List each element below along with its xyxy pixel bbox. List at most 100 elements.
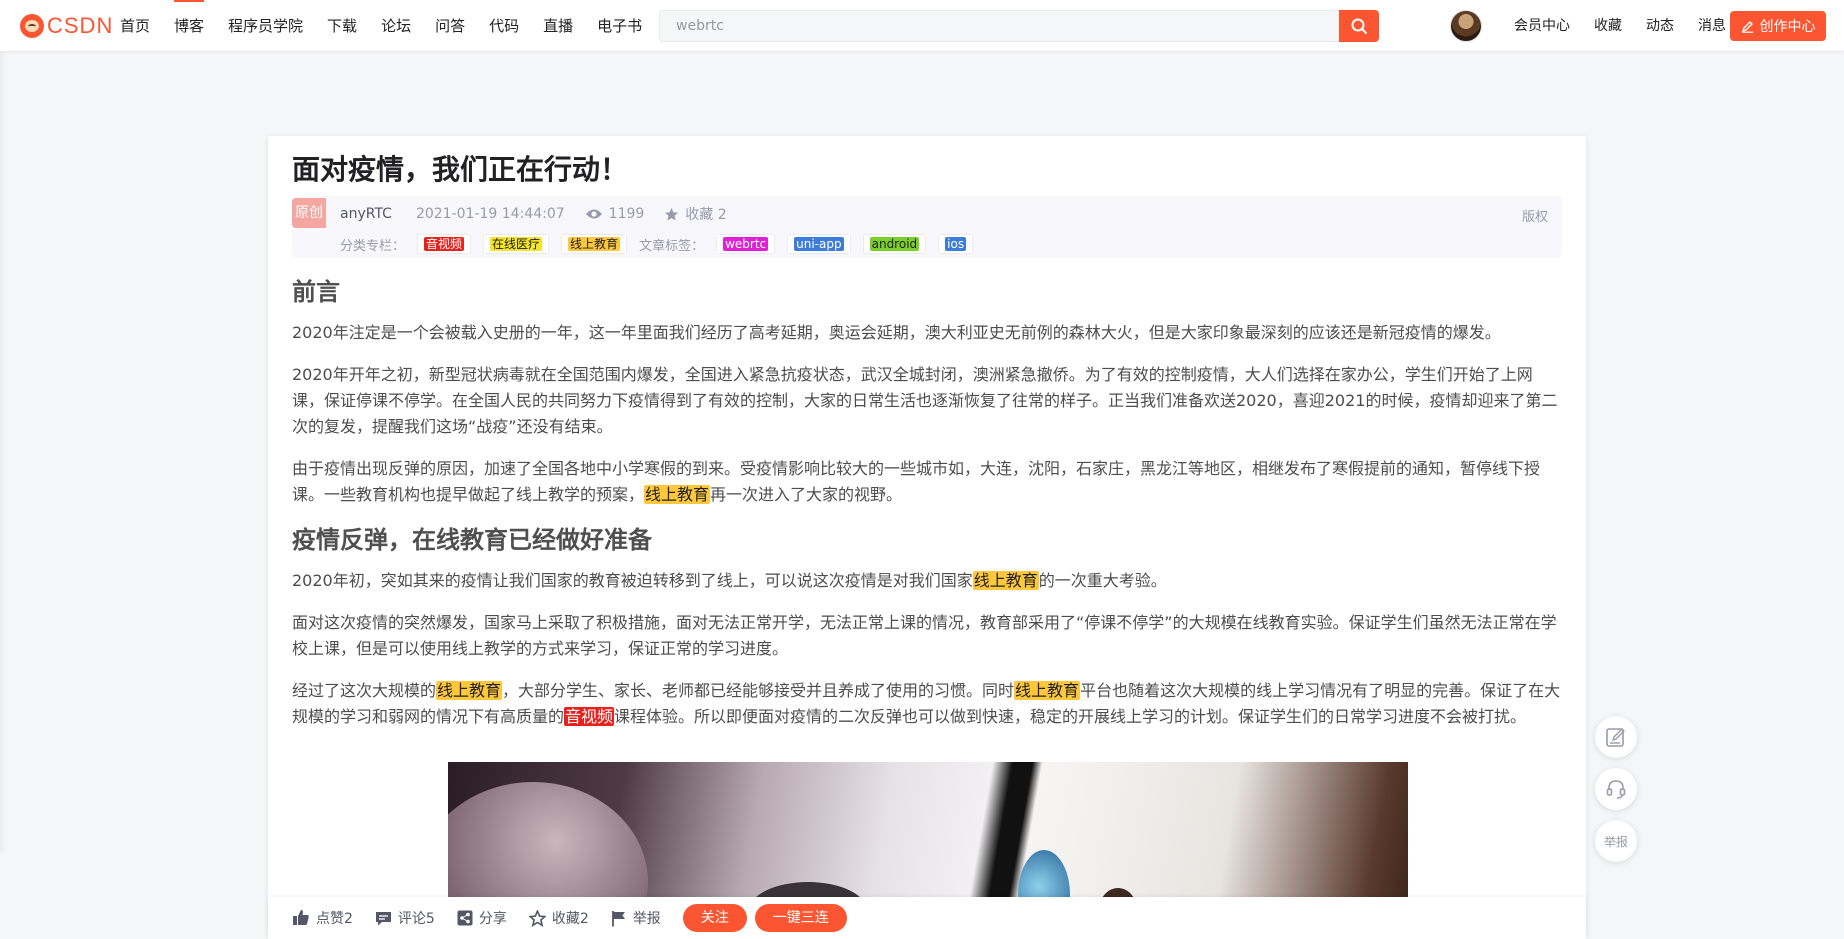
search-input[interactable] <box>659 10 1339 42</box>
article-tag-text: uni-app <box>794 237 844 251</box>
article-tag-uniapp[interactable]: uni-app <box>787 234 851 254</box>
nav-favorites[interactable]: 收藏 <box>1582 0 1634 52</box>
text-run: 再一次进入了大家的视野。 <box>710 485 903 504</box>
column-tag-education[interactable]: 线上教育 <box>561 234 628 254</box>
user-avatar[interactable] <box>1450 10 1482 42</box>
tag-label: 文章标签： <box>639 238 705 254</box>
nav-qa[interactable]: 问答 <box>423 0 477 52</box>
text-run: 由于疫情出现反弹的原因，加速了全国各地中小学寒假的到来。受疫情影响比较大的一些城… <box>292 459 1541 504</box>
eye-icon <box>585 209 602 219</box>
nav-forum[interactable]: 论坛 <box>369 0 423 52</box>
favorite-button[interactable]: 收藏2 <box>528 908 589 928</box>
follow-button[interactable]: 关注 <box>682 904 747 932</box>
highlight-link[interactable]: 音视频 <box>564 707 615 726</box>
article-tag-text: ios <box>945 237 967 251</box>
flag-icon <box>611 910 625 926</box>
article-tag-android[interactable]: android <box>862 234 927 254</box>
page-edge-shadow <box>0 52 6 852</box>
view-count: 1199 <box>585 206 645 222</box>
nav-live[interactable]: 直播 <box>531 0 585 52</box>
column-tag-label: 在线医疗 <box>490 237 543 251</box>
main-nav: 首页 博客 程序员学院 下载 论坛 问答 代码 直播 电子书 <box>108 0 654 52</box>
search-bar <box>659 10 1379 42</box>
report-float-button[interactable]: 举报 <box>1595 820 1637 862</box>
nav-academy[interactable]: 程序员学院 <box>216 0 315 52</box>
comment-icon <box>375 911 391 925</box>
report-button[interactable]: 举报 <box>611 908 661 928</box>
comment-label: 评论5 <box>397 911 435 927</box>
text-run: ，大部分学生、家长、老师都已经能够接受并且养成了使用的习惯。同时 <box>502 681 1015 700</box>
logo-text: CSDN <box>47 13 114 38</box>
highlight-link[interactable]: 线上教育 <box>972 571 1039 590</box>
like-label: 点赞2 <box>316 911 353 927</box>
paragraph: 2020年初，突如其来的疫情让我们国家的教育被迫转移到了线上，可以说这次疫情是对… <box>292 568 1562 594</box>
csdn-mascot-icon <box>20 14 44 38</box>
column-tag-av[interactable]: 音视频 <box>417 234 472 254</box>
article-meta: 原创 anyRTC 2021-01-19 14:44:07 1199 收藏 2 … <box>292 196 1562 258</box>
column-tag-label: 线上教育 <box>568 237 621 251</box>
create-center-label: 创作中心 <box>1759 19 1816 35</box>
meta-tags-row: 分类专栏： 音视频 在线医疗 线上教育 文章标签： webrtc uni-app… <box>340 234 985 254</box>
share-button[interactable]: 分享 <box>457 908 507 928</box>
section-heading-rebound: 疫情反弹，在线教育已经做好准备 <box>292 526 652 554</box>
star-icon <box>665 207 679 220</box>
article-tag-ios[interactable]: ios <box>938 234 974 254</box>
text-run: 2020年初，突如其来的疫情让我们国家的教育被迫转移到了线上，可以说这次疫情是对… <box>292 571 973 590</box>
favorite-count[interactable]: 收藏 2 <box>664 204 727 224</box>
star-icon <box>528 909 546 927</box>
csdn-logo[interactable]: CSDN <box>20 13 113 39</box>
nav-ebook[interactable]: 电子书 <box>585 0 654 52</box>
article-card: 面对疫情，我们正在行动！ 原创 anyRTC 2021-01-19 14:44:… <box>268 136 1586 939</box>
edit-icon <box>1606 728 1625 747</box>
paragraph: 由于疫情出现反弹的原因，加速了全国各地中小学寒假的到来。受疫情影响比较大的一些城… <box>292 456 1562 508</box>
triple-action-button[interactable]: 一键三连 <box>754 904 847 932</box>
text-run: 经过了这次大规模的 <box>292 681 437 700</box>
search-button[interactable] <box>1339 10 1379 42</box>
author-name[interactable]: anyRTC <box>340 206 392 222</box>
favorite-count-label: 收藏 2 <box>685 207 727 223</box>
column-label: 分类专栏： <box>340 238 406 254</box>
create-center-button[interactable]: 创作中心 <box>1730 11 1826 41</box>
paragraph: 2020年注定是一个会被载入史册的一年，这一年里面我们经历了高考延期，奥运会延期… <box>292 323 1501 342</box>
article-tag-webrtc[interactable]: webrtc <box>716 234 776 254</box>
share-label: 分享 <box>478 911 507 927</box>
text-run: 课程体验。所以即便面对疫情的二次反弹也可以做到快速，稳定的开展线上学习的计划。保… <box>614 707 1527 726</box>
favorite-label: 收藏2 <box>551 911 589 927</box>
like-button[interactable]: 点赞2 <box>292 908 353 928</box>
nav-blog[interactable]: 博客 <box>162 0 216 52</box>
user-nav: 会员中心 收藏 动态 消息 <box>1502 0 1738 52</box>
headset-icon <box>1606 780 1626 799</box>
nav-download[interactable]: 下载 <box>315 0 369 52</box>
paragraph: 2020年开年之初，新型冠状病毒就在全国范围内爆发，全国进入紧急抗疫状态，武汉全… <box>292 365 1558 436</box>
nav-code[interactable]: 代码 <box>477 0 531 52</box>
paragraph: 经过了这次大规模的线上教育，大部分学生、家长、老师都已经能够接受并且养成了使用的… <box>292 678 1562 730</box>
thumbs-up-icon <box>293 910 309 925</box>
customer-service-float-button[interactable] <box>1595 768 1637 810</box>
column-tag-medical[interactable]: 在线医疗 <box>483 234 550 254</box>
paragraph: 面对这次疫情的突然爆发，国家马上采取了积极措施，面对无法正常开学，无法正常上课的… <box>292 613 1557 658</box>
article-tag-text: android <box>869 237 920 251</box>
article-tag-text: webrtc <box>723 237 769 251</box>
highlight-link[interactable]: 线上教育 <box>644 485 711 504</box>
highlight-link[interactable]: 线上教育 <box>1014 681 1081 700</box>
column-tag-label: 音视频 <box>424 237 465 251</box>
search-icon <box>1351 18 1367 34</box>
copyright-link[interactable]: 版权 <box>1522 206 1548 225</box>
section-heading-intro: 前言 <box>292 278 340 306</box>
top-navbar: CSDN 首页 博客 程序员学院 下载 论坛 问答 代码 直播 电子书 会员中心… <box>0 0 1844 52</box>
nav-activity[interactable]: 动态 <box>1634 0 1686 52</box>
meta-info-row: anyRTC 2021-01-19 14:44:07 1199 收藏 2 <box>340 204 727 224</box>
write-note-float-button[interactable] <box>1595 716 1637 758</box>
article-toolbar: 点赞2 评论5 分享 收藏2 举报 关注 一键三连 <box>268 897 1586 939</box>
article-content: 前言 2020年注定是一个会被载入史册的一年，这一年里面我们经历了高考延期，奥运… <box>292 276 1562 746</box>
pen-icon <box>1741 20 1753 33</box>
nav-vip-center[interactable]: 会员中心 <box>1502 0 1582 52</box>
share-icon <box>457 910 473 926</box>
nav-home[interactable]: 首页 <box>108 0 162 52</box>
highlight-link[interactable]: 线上教育 <box>436 681 503 700</box>
comment-button[interactable]: 评论5 <box>375 908 435 928</box>
report-label: 举报 <box>632 911 661 927</box>
view-count-value: 1199 <box>608 206 645 222</box>
original-badge: 原创 <box>292 198 326 228</box>
text-run: 的一次重大考验。 <box>1038 571 1167 590</box>
